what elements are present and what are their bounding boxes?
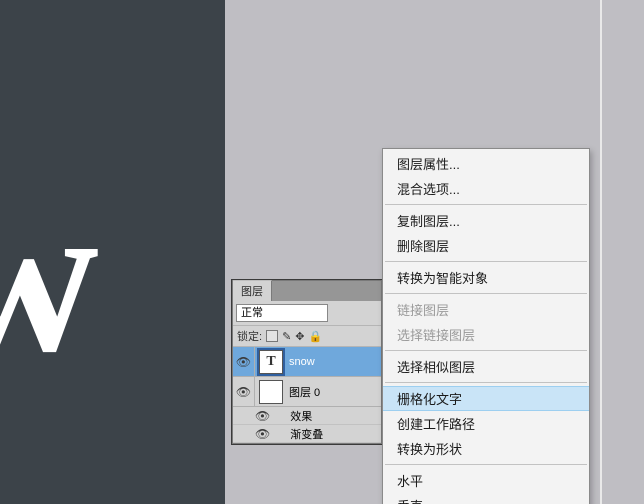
menu-item[interactable]: 水平 bbox=[383, 468, 589, 493]
menu-separator bbox=[385, 464, 587, 465]
layer-list: 👁 T snow 👁 图层 0 👁 效果 👁 渐变叠 bbox=[233, 347, 381, 443]
menu-item[interactable]: 混合选项... bbox=[383, 176, 589, 201]
layer-name[interactable]: snow bbox=[287, 356, 381, 368]
lock-row: 锁定: ✎ ✥ 🔒 bbox=[233, 325, 381, 347]
layer-fx-label: 效果 bbox=[290, 408, 312, 424]
menu-item[interactable]: 栅格化文字 bbox=[383, 386, 589, 411]
menu-item[interactable]: 复制图层... bbox=[383, 208, 589, 233]
layer-name[interactable]: 图层 0 bbox=[287, 384, 381, 400]
visibility-toggle-icon[interactable]: 👁 bbox=[255, 409, 270, 423]
menu-item[interactable]: 创建工作路径 bbox=[383, 411, 589, 436]
layer-row[interactable]: 👁 T snow bbox=[233, 347, 381, 377]
menu-item[interactable]: 图层属性... bbox=[383, 151, 589, 176]
menu-separator bbox=[385, 382, 587, 383]
blend-mode-row: 正常 bbox=[233, 301, 381, 325]
lock-all-icon[interactable]: 🔒 bbox=[309, 330, 323, 343]
canvas-sample-glyph: w bbox=[0, 150, 91, 403]
lock-label: 锁定: bbox=[237, 328, 262, 344]
layer-fx-item: 渐变叠 bbox=[290, 426, 323, 442]
layer-fx-item-row[interactable]: 👁 渐变叠 bbox=[233, 425, 381, 443]
blend-mode-select[interactable]: 正常 bbox=[236, 304, 328, 322]
menu-separator bbox=[385, 293, 587, 294]
tab-layers[interactable]: 图层 bbox=[233, 280, 272, 301]
visibility-toggle-icon[interactable]: 👁 bbox=[236, 385, 251, 399]
menu-separator bbox=[385, 204, 587, 205]
canvas-dark-area: w bbox=[0, 0, 225, 504]
menu-separator bbox=[385, 350, 587, 351]
layer-row[interactable]: 👁 图层 0 bbox=[233, 377, 381, 407]
layer-thumb[interactable] bbox=[259, 380, 283, 404]
layers-panel-tabbar: 图层 bbox=[233, 281, 381, 301]
menu-item[interactable]: 转换为形状 bbox=[383, 436, 589, 461]
menu-item: 链接图层 bbox=[383, 297, 589, 322]
menu-item[interactable]: 转换为智能对象 bbox=[383, 265, 589, 290]
lock-transparent-icon[interactable] bbox=[266, 330, 278, 342]
canvas-edge bbox=[600, 0, 602, 504]
menu-item[interactable]: 删除图层 bbox=[383, 233, 589, 258]
app-stage: w 图层 正常 锁定: ✎ ✥ 🔒 👁 T snow 👁 图层 0 bbox=[0, 0, 644, 504]
visibility-toggle-icon[interactable]: 👁 bbox=[255, 427, 270, 441]
menu-item[interactable]: 垂直 bbox=[383, 493, 589, 504]
layers-panel: 图层 正常 锁定: ✎ ✥ 🔒 👁 T snow 👁 图层 0 👁 bbox=[232, 280, 382, 444]
lock-move-icon[interactable]: ✥ bbox=[295, 330, 304, 343]
menu-item: 选择链接图层 bbox=[383, 322, 589, 347]
lock-brush-icon[interactable]: ✎ bbox=[282, 330, 291, 343]
menu-separator bbox=[385, 261, 587, 262]
layer-context-menu: 图层属性...混合选项... 复制图层...删除图层转换为智能对象链接图层选择链接… bbox=[382, 148, 590, 504]
layer-thumb-text-icon[interactable]: T bbox=[259, 350, 283, 374]
visibility-toggle-icon[interactable]: 👁 bbox=[236, 355, 251, 369]
layer-fx-row[interactable]: 👁 效果 bbox=[233, 407, 381, 425]
menu-item[interactable]: 选择相似图层 bbox=[383, 354, 589, 379]
